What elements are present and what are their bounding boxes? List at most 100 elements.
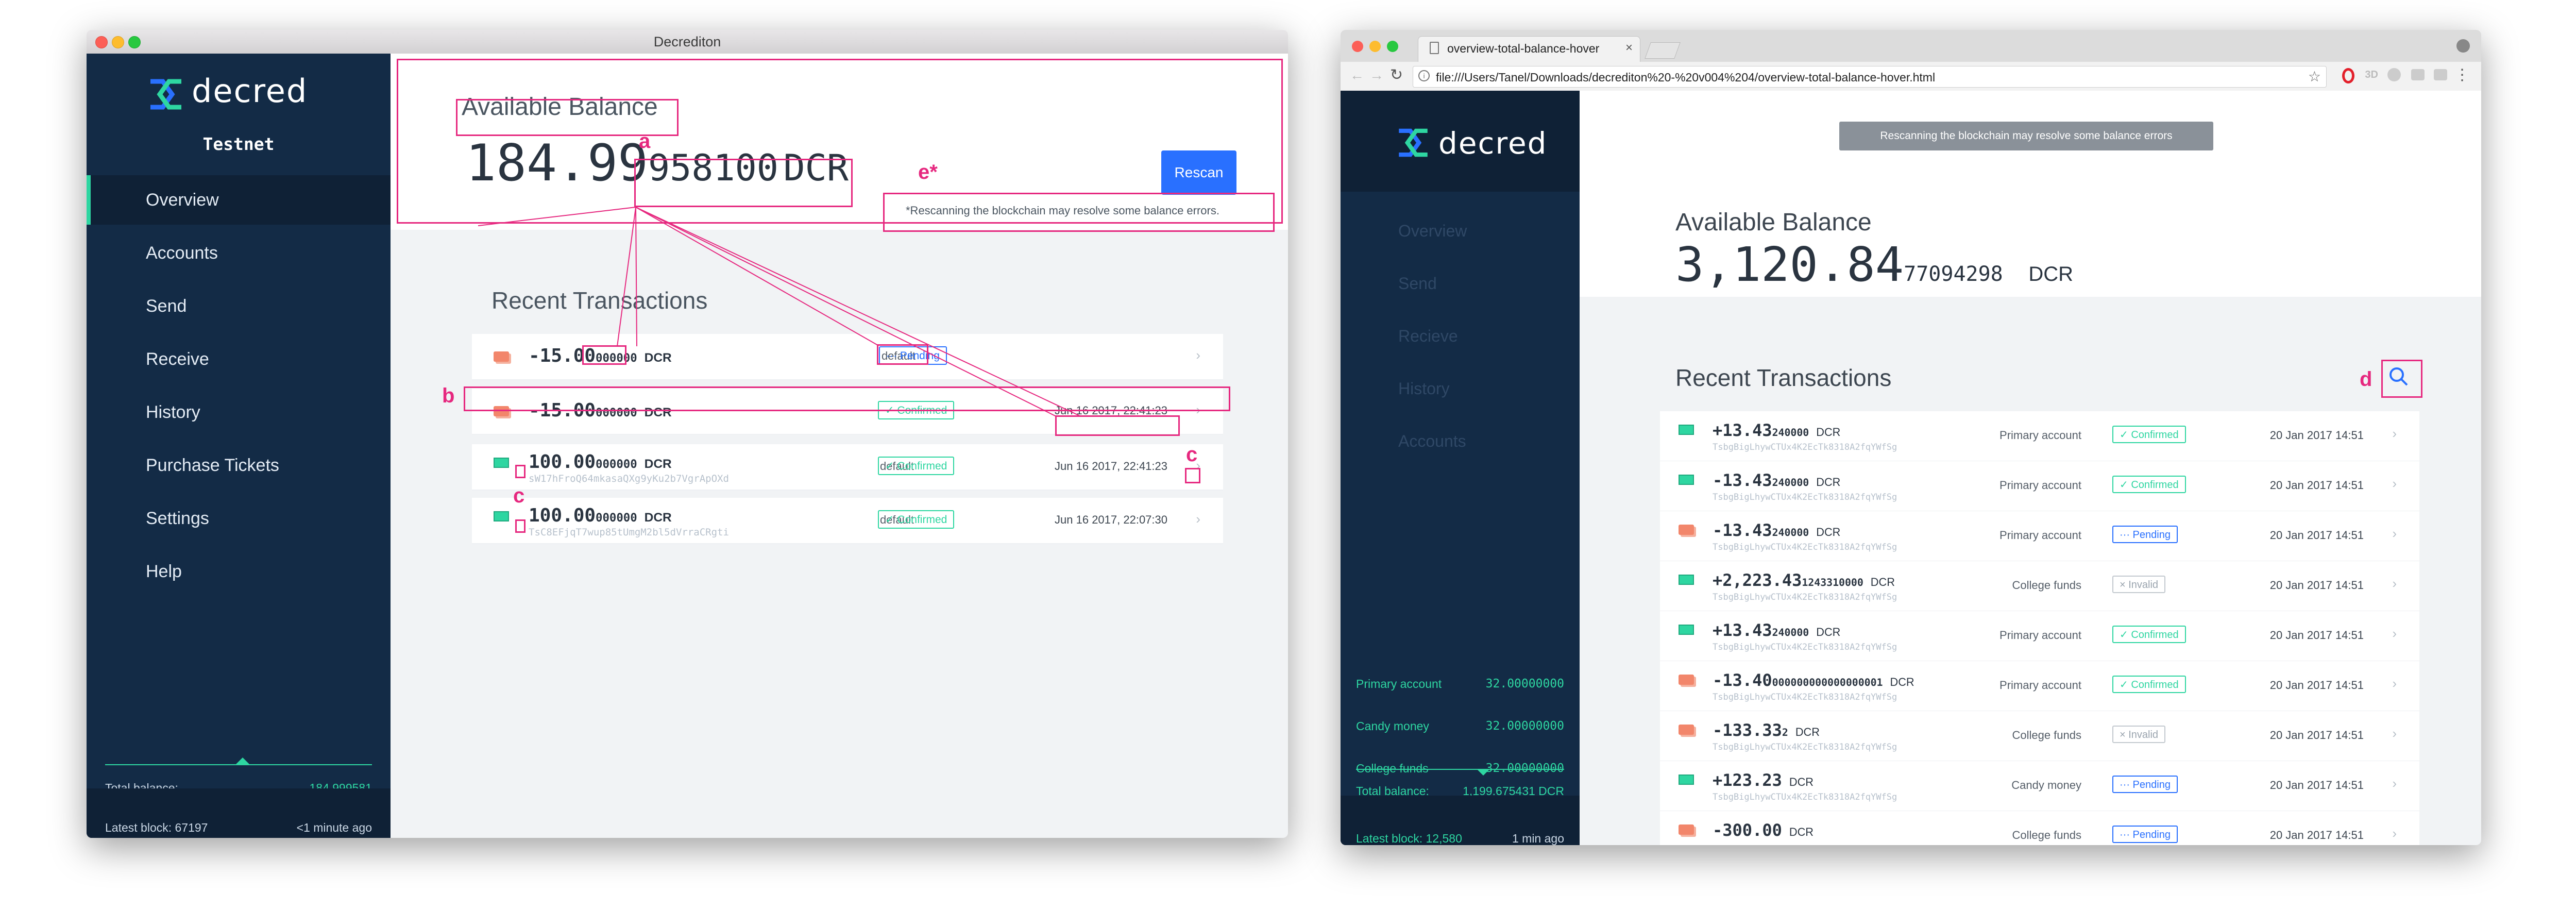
balance-header: Rescanning the blockchain may resolve so…	[1580, 91, 2481, 297]
amount-main: +123.23	[1713, 770, 1782, 790]
transaction-amount: -13.43240000 DCR	[1713, 520, 1840, 540]
status-badge: ··· Pending	[2112, 826, 2178, 843]
annotation-connector-lines	[478, 207, 1081, 417]
send-icon	[1679, 525, 1694, 535]
sidebar-item-accounts[interactable]: Accounts	[1341, 416, 1580, 466]
tab-close-icon[interactable]: ×	[1625, 41, 1633, 55]
transaction-hash: TsbgBigLhywCTUx4K2EcTk8318A2fqYWfSg	[1713, 542, 1897, 552]
transaction-amount: +123.23 DCR	[1713, 770, 1814, 790]
amount-unit: DCR	[1789, 776, 1814, 788]
status-badge: × Invalid	[2112, 726, 2166, 743]
amount-unit: DCR	[1870, 576, 1895, 588]
browser-tab[interactable]: overview-total-balance-hover ×	[1418, 36, 1640, 62]
send-icon	[1679, 675, 1694, 685]
browser-tab-strip: overview-total-balance-hover ×	[1341, 30, 2481, 62]
status-badge: ✓ Confirmed	[2112, 426, 2186, 443]
status-badge: ✓ Confirmed	[2112, 626, 2186, 643]
transaction-account: College funds	[2012, 579, 2081, 592]
transaction-row[interactable]: -13.40000000000000000001 DCR TsbgBigLhywCT…	[1660, 661, 2419, 712]
page-icon	[1430, 42, 1439, 54]
transaction-row[interactable]: -13.43240000 DCR TsbgBigLhywCTUx4K2EcTk831…	[1660, 461, 2419, 512]
transaction-account: Primary account	[1999, 679, 2081, 692]
account-balance: 32.00000000	[1485, 719, 1564, 733]
sidebar-item-recieve[interactable]: Recieve	[1341, 311, 1580, 361]
sidebar-item-history[interactable]: History	[1341, 364, 1580, 413]
transaction-row[interactable]: +13.43240000 DCR TsbgBigLhywCTUx4K2EcTk831…	[1660, 611, 2419, 662]
amount-main: +2,223.43	[1713, 570, 1802, 590]
status-badge: ··· Pending	[2112, 526, 2178, 543]
decred-logo-icon	[1399, 128, 1428, 157]
transaction-hash: TsbgBigLhywCTUx4K2EcTk8318A2fqYWfSg	[1713, 742, 1897, 752]
receive-icon	[1679, 425, 1694, 435]
amount-main: -13.43	[1713, 520, 1772, 540]
amount-decimals: 2	[1782, 727, 1788, 738]
sidebar: decred Overview Send Recieve History Account…	[1341, 91, 1580, 845]
sidebar-item-overview[interactable]: Overview	[1341, 206, 1580, 256]
chevron-right-icon[interactable]: ›	[2392, 576, 2397, 592]
star-icon[interactable]: ☆	[2308, 68, 2321, 85]
balance-amount-main: 3,120.84	[1675, 237, 1904, 292]
chevron-right-icon[interactable]: ›	[2392, 476, 2397, 492]
transaction-hash: TsbgBigLhywCTUx4K2EcTk8318A2fqYWfSg	[1713, 792, 1897, 802]
forward-arrow-icon[interactable]: →	[1369, 67, 1384, 83]
transaction-row[interactable]: -133.332 DCR TsbgBigLhywCTUx4K2EcTk8318A2f…	[1660, 711, 2419, 762]
transaction-account: Candy money	[2011, 779, 2081, 792]
close-window-button[interactable]	[1352, 41, 1363, 52]
transaction-row[interactable]: -300.00 DCR College funds ··· Pending 20 Jan…	[1660, 811, 2419, 845]
amount-unit: DCR	[1890, 676, 1914, 688]
opera-icon[interactable]	[2342, 68, 2354, 83]
transaction-amount: -133.332 DCR	[1713, 720, 1820, 740]
transaction-row[interactable]: +13.43240000 DCR TsbgBigLhywCTUx4K2EcTk831…	[1660, 411, 2419, 462]
extension-icon[interactable]	[2434, 69, 2447, 80]
browser-toolbar: ← → ↻ i file:///Users/Tanel/Downloads/de…	[1341, 62, 2481, 91]
extension-icon[interactable]: 3D	[2365, 69, 2378, 81]
menu-icon[interactable]: ⋮	[2454, 66, 2470, 84]
transaction-row[interactable]: +123.23 DCR TsbgBigLhywCTUx4K2EcTk8318A2fq…	[1660, 761, 2419, 812]
account-name: Candy money	[1356, 719, 1429, 733]
browser-window: overview-total-balance-hover × ← → ↻ i f…	[1341, 30, 2481, 845]
chevron-right-icon[interactable]: ›	[2392, 676, 2397, 692]
reload-icon[interactable]: ↻	[1390, 66, 1403, 84]
balance-amount: 3,120.8477094298 DCR	[1675, 237, 2073, 292]
status-badge: ··· Pending	[2112, 776, 2178, 793]
extension-icon[interactable]	[2387, 68, 2401, 81]
receive-icon	[1679, 575, 1694, 585]
amount-unit: DCR	[1816, 526, 1841, 538]
transaction-date: 20 Jan 2017 14:51	[2269, 529, 2364, 542]
latest-block-time: 1 min ago	[1512, 832, 1564, 845]
recent-transactions-title: Recent Transactions	[1675, 364, 1892, 391]
address-url: file:///Users/Tanel/Downloads/decrediton…	[1436, 71, 1936, 84]
amount-unit: DCR	[1816, 476, 1841, 489]
transaction-amount: -13.40000000000000000001 DCR	[1713, 670, 1914, 690]
transaction-amount: -300.00 DCR	[1713, 820, 1814, 840]
extension-icon[interactable]	[2411, 69, 2425, 80]
transaction-date: 20 Jan 2017 14:51	[2269, 429, 2364, 442]
maximize-window-button[interactable]	[1387, 41, 1398, 52]
transaction-hash: TsbgBigLhywCTUx4K2EcTk8318A2fqYWfSg	[1713, 442, 1897, 452]
info-icon[interactable]: i	[1418, 70, 1430, 81]
profile-icon[interactable]	[2456, 39, 2470, 53]
address-bar[interactable]: i file:///Users/Tanel/Downloads/decredit…	[1413, 66, 2327, 88]
chevron-right-icon[interactable]: ›	[2392, 626, 2397, 642]
transaction-date: 20 Jan 2017 14:51	[2269, 479, 2364, 492]
sidebar-item-send[interactable]: Send	[1341, 259, 1580, 308]
account-balance: 32.00000000	[1485, 677, 1564, 691]
back-arrow-icon[interactable]: ←	[1350, 67, 1364, 83]
new-tab-button[interactable]	[1645, 42, 1681, 59]
send-icon	[1679, 824, 1694, 835]
chevron-right-icon[interactable]: ›	[2392, 826, 2397, 841]
transaction-amount: +13.43240000 DCR	[1713, 620, 1840, 640]
amount-main: -13.40	[1713, 670, 1772, 690]
chevron-right-icon[interactable]: ›	[2392, 726, 2397, 742]
transaction-row[interactable]: +2,223.431243310000 DCR TsbgBigLhywCTUx4K2…	[1660, 561, 2419, 612]
chevron-right-icon[interactable]: ›	[2392, 426, 2397, 442]
chevron-right-icon[interactable]: ›	[2392, 526, 2397, 542]
minimize-window-button[interactable]	[1369, 41, 1381, 52]
chevron-right-icon[interactable]: ›	[2392, 776, 2397, 792]
amount-main: -300.00	[1713, 820, 1782, 840]
send-icon	[1679, 725, 1694, 735]
amount-main: -13.43	[1713, 470, 1772, 490]
amount-decimals: 000000000000000001	[1772, 677, 1883, 688]
transaction-row[interactable]: -13.43240000 DCR TsbgBigLhywCTUx4K2EcTk831…	[1660, 511, 2419, 562]
amount-unit: DCR	[1795, 726, 1820, 738]
